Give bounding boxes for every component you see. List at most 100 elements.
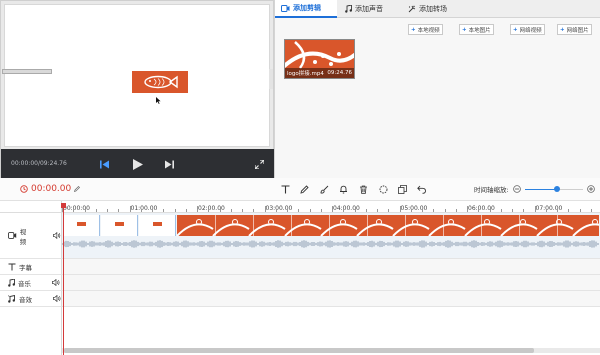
ruler-tick-mark [298, 209, 300, 212]
prev-frame-button[interactable] [97, 157, 111, 171]
preview-logo-frame [132, 71, 188, 93]
ruler-tick-mark [388, 209, 390, 212]
ruler-tick-mark [500, 209, 502, 212]
fullscreen-button[interactable] [252, 157, 266, 171]
fish-pattern-icon [177, 219, 599, 236]
web-video-button[interactable]: + 网络视频 [510, 24, 545, 35]
ruler-corner [0, 201, 62, 213]
ruler-tick-mark [534, 206, 536, 212]
track-sound-effect[interactable] [62, 291, 600, 307]
ruler-tick-mark [242, 209, 243, 212]
track-header-empty [0, 307, 62, 355]
current-time: 00:00.00 [31, 184, 72, 194]
playhead[interactable] [61, 203, 66, 355]
track-header-video: 视频 [0, 213, 62, 259]
ruler-tick-label: 03:00.00 [265, 205, 293, 212]
clip-caption: logo拼接.mp4 09:24.76 [285, 68, 354, 78]
time-ruler[interactable]: 00:00:00 01:00.00 02:00.00 03:00.00 04:00.00… [62, 201, 600, 213]
clip-frame-logo [153, 222, 162, 226]
ruler-tick-mark [84, 209, 86, 212]
ruler-tick-mark [332, 206, 333, 212]
track-label: 音乐 [18, 279, 31, 288]
tab-label: 添加声音 [355, 5, 383, 13]
zoom-out-icon[interactable] [512, 185, 521, 193]
ruler-tick-mark [219, 209, 221, 212]
ruler-tick-mark [129, 206, 131, 212]
track-subtitle[interactable] [62, 259, 600, 275]
undo-tool-button[interactable] [415, 183, 427, 195]
timeline-scrollbar[interactable] [62, 348, 600, 353]
button-label: 本地视频 [417, 27, 440, 34]
mute-toggle-icon[interactable] [53, 232, 61, 239]
fish-logo-icon [144, 75, 178, 89]
track-video[interactable] [62, 213, 600, 259]
transition-icon [408, 5, 416, 13]
mute-toggle-icon[interactable] [53, 295, 61, 302]
timeline-zoom: 时间轴缩放: [474, 184, 595, 194]
brush-tool-button[interactable] [318, 183, 330, 195]
marker-tool-button[interactable] [337, 183, 349, 195]
timeline: 00:00:00 01:00.00 02:00.00 03:00.00 04:00.00… [0, 201, 600, 355]
button-label: 网络视频 [519, 27, 542, 34]
clip-frame-divider [557, 215, 558, 236]
current-time-display: 00:00.00 [20, 184, 81, 194]
copy-tool-button[interactable] [396, 183, 408, 195]
ruler-tick-mark [152, 209, 153, 212]
clip-thumbnail[interactable]: logo拼接.mp4 09:24.76 [284, 39, 355, 79]
tab-add-clip[interactable]: 添加剪辑 [275, 0, 337, 18]
tab-add-transition[interactable]: 添加转场 [408, 0, 447, 18]
delete-tool-button[interactable] [357, 183, 369, 195]
copy-icon [397, 184, 407, 194]
pattern-stroke [248, 223, 286, 236]
pen-tool-button[interactable] [298, 183, 310, 195]
playback-controls: 00:00:00/09:24.76 [1, 149, 275, 179]
ruler-tick-mark [557, 209, 558, 212]
local-video-button[interactable]: + 本地视频 [408, 24, 443, 35]
ruler-tick-mark [320, 209, 322, 212]
ruler-tick-mark [95, 209, 97, 212]
ruler-tick-mark [73, 209, 75, 212]
tab-add-audio[interactable]: 添加声音 [345, 0, 383, 18]
clip-frame-divider [253, 215, 254, 236]
plus-icon: + [513, 26, 518, 33]
ruler-tick-mark [478, 209, 480, 212]
track-header-sound-effect: 音效 [0, 291, 62, 307]
pattern-stroke [572, 223, 599, 236]
edit-toolbar: 00:00.00 时间轴缩放: [0, 178, 600, 201]
next-frame-button[interactable] [162, 157, 176, 171]
pattern-stroke [212, 223, 250, 236]
ruler-tick-mark [455, 209, 457, 212]
web-image-button[interactable]: + 网络图片 [557, 24, 592, 35]
track-label: 视频 [19, 227, 27, 246]
local-image-button[interactable]: + 本地图片 [459, 24, 494, 35]
zoom-handle[interactable] [553, 186, 560, 192]
clip-frames-pattern [177, 215, 599, 236]
clip-frame [139, 215, 176, 236]
edit-time-icon[interactable] [74, 186, 81, 192]
clip-frame-divider [215, 215, 216, 236]
zoom-label: 时间轴缩放: [474, 186, 509, 194]
playhead-handle[interactable] [61, 203, 66, 208]
play-button[interactable] [131, 157, 145, 171]
scrollbar-thumb[interactable] [64, 348, 534, 353]
ruler-tick-label: 01:00.00 [130, 205, 158, 212]
clip-frame-divider [481, 215, 482, 236]
zoom-in-icon[interactable] [586, 185, 595, 193]
pattern-stroke [392, 223, 430, 236]
video-clip-strip[interactable] [63, 215, 599, 236]
text-tool-button[interactable] [279, 183, 291, 195]
ruler-tick-label: 02:00.00 [198, 205, 225, 212]
zoom-slider[interactable] [524, 185, 583, 193]
crop-tool-button[interactable] [377, 183, 389, 195]
text-icon [281, 184, 289, 193]
plus-icon: + [411, 26, 416, 33]
mouse-cursor-icon [156, 97, 161, 104]
track-label: 字幕 [19, 263, 32, 272]
track-header-subtitle: 字幕 [0, 259, 62, 275]
ruler-tick-mark [365, 209, 367, 212]
mute-toggle-icon[interactable] [52, 279, 60, 286]
ruler-tick-mark [343, 209, 345, 212]
track-music[interactable] [62, 275, 600, 291]
clock-icon [20, 185, 28, 193]
ruler-tick-label: 00:00:00 [63, 205, 90, 212]
